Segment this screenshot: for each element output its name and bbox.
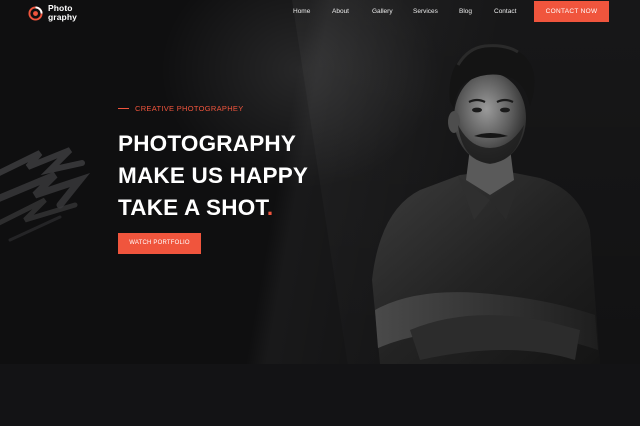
eyebrow-rule (118, 108, 129, 109)
headline-line-2: MAKE US HAPPY (118, 163, 309, 188)
headline-line-3: TAKE A SHOT (118, 195, 267, 220)
portrait-photo (372, 44, 600, 364)
watch-portfolio-button[interactable]: WATCH PORTFOLIO (118, 233, 201, 254)
eyebrow-text: CREATIVE PHOTOGRAPHEY (135, 104, 244, 113)
footer-band (0, 364, 640, 426)
nav-blog[interactable]: Blog (459, 8, 472, 16)
headline-line-3-wrap: TAKE A SHOT. (118, 192, 358, 224)
nav-home[interactable]: Home (293, 8, 310, 16)
hero-headline: PHOTOGRAPHY MAKE US HAPPY TAKE A SHOT. (118, 128, 358, 224)
hero-eyebrow: CREATIVE PHOTOGRAPHEY (118, 104, 244, 113)
headline-dot: . (266, 195, 274, 220)
brush-stroke-decoration (0, 147, 90, 242)
nav-services[interactable]: Services (413, 8, 438, 16)
nav-contact[interactable]: Contact (494, 8, 516, 16)
contact-now-button[interactable]: CONTACT NOW (534, 1, 609, 22)
nav-about[interactable]: About (332, 8, 349, 16)
nav-gallery[interactable]: Gallery (372, 8, 393, 16)
headline-line-1: PHOTOGRAPHY (118, 131, 297, 156)
